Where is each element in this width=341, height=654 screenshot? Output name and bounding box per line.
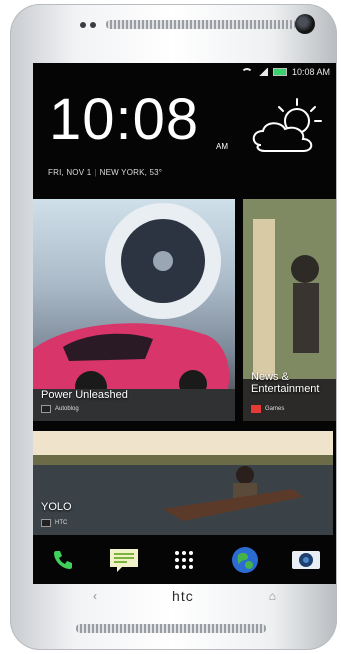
- kayak-image: [33, 431, 333, 535]
- status-bar: 10:08 AM: [240, 67, 330, 77]
- date-text: FRI, NOV 1: [48, 168, 92, 177]
- camera-icon[interactable]: [289, 543, 323, 577]
- news-tile-power-unleashed[interactable]: Power Unleashed Autoblog: [33, 199, 235, 421]
- tile-title: News & Entertainment: [251, 371, 320, 395]
- tile-title: Power Unleashed: [41, 389, 128, 401]
- news-tile-entertainment[interactable]: News & Entertainment Games: [243, 199, 336, 421]
- tile-source-label: HTC: [55, 520, 68, 526]
- signal-icon: [257, 68, 268, 76]
- light-sensor: [90, 22, 96, 28]
- wifi-icon: [240, 67, 253, 77]
- phone-body: 10:08 AM 10:08 AM FRI, NOV 1 | NEW YORK, 5…: [10, 4, 337, 650]
- home-icon[interactable]: ⌂: [269, 589, 276, 603]
- battery-icon: [272, 68, 287, 76]
- location-text: NEW YORK, 53°: [99, 168, 163, 177]
- back-icon[interactable]: ‹: [93, 589, 97, 603]
- source-icon: [41, 519, 51, 527]
- tile-source: HTC: [41, 519, 67, 527]
- messages-icon[interactable]: [107, 543, 141, 577]
- car-image: [33, 203, 235, 421]
- tile-source-label: Games: [265, 406, 285, 412]
- speaker-grille: [76, 624, 266, 633]
- apps-icon[interactable]: [167, 543, 201, 577]
- tile-source: Games: [251, 405, 284, 413]
- front-camera: [295, 14, 315, 34]
- source-icon: [251, 405, 261, 413]
- news-tile-yolo[interactable]: YOLO HTC: [33, 431, 333, 535]
- hardware-nav-bar: ‹ htc ⌂: [33, 584, 336, 608]
- tile-source-label: Autoblog: [55, 406, 79, 412]
- screen: 10:08 AM 10:08 AM FRI, NOV 1 | NEW YORK, 5…: [33, 63, 336, 584]
- lockscreen-clock: 10:08: [49, 87, 200, 152]
- dock: [33, 535, 336, 584]
- proximity-sensor: [80, 22, 86, 28]
- tile-source: Autoblog: [41, 405, 79, 413]
- date-location: FRI, NOV 1 | NEW YORK, 53°: [48, 168, 163, 177]
- browser-icon[interactable]: [228, 543, 262, 577]
- weather-cloudy-icon: [252, 98, 322, 152]
- phone-icon[interactable]: [46, 543, 80, 577]
- lockscreen-ampm: AM: [216, 142, 228, 151]
- status-time: 10:08 AM: [291, 67, 330, 77]
- tile-title: YOLO: [41, 501, 72, 513]
- earpiece-grille: [106, 20, 296, 29]
- source-icon: [41, 405, 51, 413]
- brand-logo: htc: [172, 588, 194, 604]
